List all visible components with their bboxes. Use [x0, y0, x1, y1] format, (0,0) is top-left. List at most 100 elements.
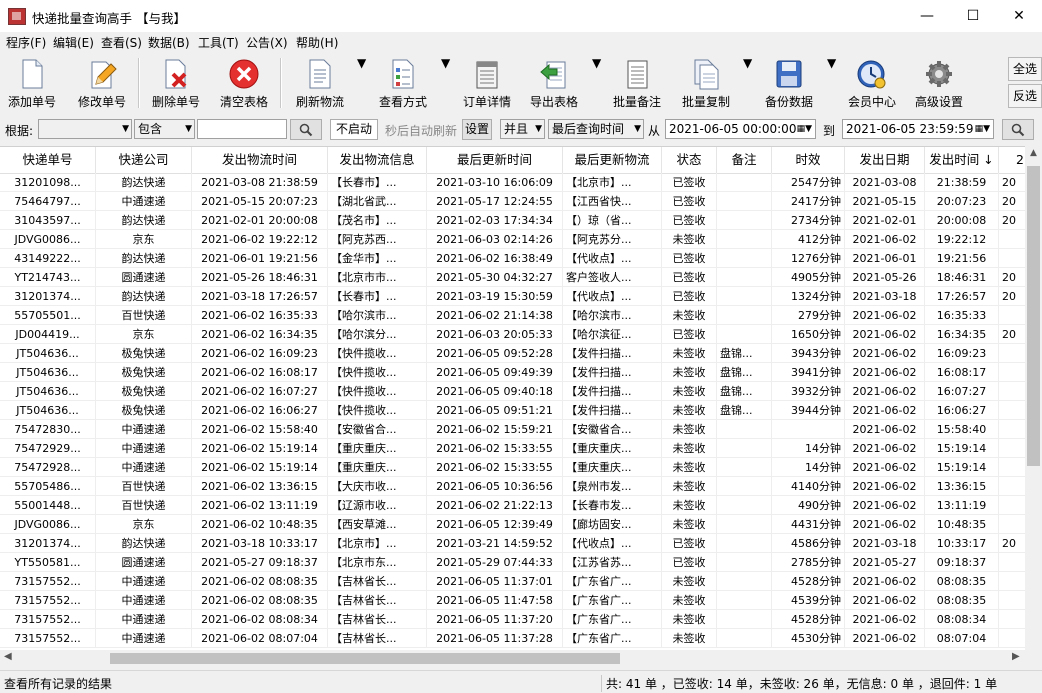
- cell-send-info: 【吉林省长...: [328, 572, 427, 591]
- chevron-up-icon[interactable]: ▲: [1025, 148, 1042, 158]
- column-header-send-clock[interactable]: 发出时间 ↓: [925, 147, 999, 173]
- table-row[interactable]: 55705501... 百世快递 2021-06-02 16:35:33 【哈尔滨市.…: [0, 306, 1025, 325]
- batch-note-button[interactable]: 批量备注: [607, 56, 667, 112]
- column-header-remark[interactable]: 备注: [717, 147, 772, 173]
- to-datetime-picker[interactable]: 2021-06-05 23:59:59 ▦▼: [842, 119, 994, 139]
- column-header-send-date[interactable]: 发出日期: [845, 147, 925, 173]
- refresh-button[interactable]: 刷新物流: [290, 56, 350, 112]
- table-row[interactable]: 43149222... 韵达快递 2021-06-01 19:21:56 【金华市】.…: [0, 249, 1025, 268]
- date-search-button[interactable]: [1002, 119, 1034, 140]
- export-table-button[interactable]: 导出表格: [524, 56, 584, 112]
- table-row[interactable]: JT504636... 极兔快递 2021-06-02 16:06:27 【快件揽收.…: [0, 401, 1025, 420]
- column-header-last-update-time[interactable]: 最后更新时间: [427, 147, 563, 173]
- table-row[interactable]: JT504636... 极兔快递 2021-06-02 16:09:23 【快件揽收.…: [0, 344, 1025, 363]
- invert-selection-button[interactable]: 反选: [1008, 84, 1042, 108]
- vertical-scrollbar[interactable]: ▲: [1025, 146, 1042, 650]
- clear-table-button[interactable]: 清空表格: [214, 56, 274, 112]
- tracking-table[interactable]: 快递单号 快递公司 发出物流时间 发出物流信息 最后更新时间 最后更新物流 状态 备注 时效 发出…: [0, 146, 1025, 651]
- table-row[interactable]: 73157552... 中通速递 2021-06-02 08:08:35 【吉林省长.…: [0, 591, 1025, 610]
- chevron-down-icon: ▼: [185, 124, 192, 134]
- menu-data[interactable]: 数据(B): [148, 34, 190, 51]
- export-table-icon: [540, 61, 566, 89]
- cell-remark: [717, 192, 772, 211]
- auto-refresh-settings-button[interactable]: 设置: [462, 119, 492, 140]
- match-select[interactable]: 包含 ▼: [134, 119, 195, 139]
- menu-edit[interactable]: 编辑(E): [53, 34, 94, 51]
- table-row[interactable]: JT504636... 极兔快递 2021-06-02 16:07:27 【快件揽收.…: [0, 382, 1025, 401]
- menu-tools[interactable]: 工具(T): [198, 34, 239, 51]
- cell-send-date: 2021-06-02: [845, 420, 925, 439]
- add-button[interactable]: 添加单号: [2, 56, 62, 112]
- export-dropdown-arrow[interactable]: ▼: [592, 56, 601, 112]
- column-header-tracking-number[interactable]: 快递单号: [0, 147, 96, 173]
- batch-copy-button[interactable]: 批量复制: [676, 56, 736, 112]
- horizontal-scrollbar[interactable]: ◀ ▶: [0, 650, 1025, 667]
- cell-elapsed: 4905分钟: [772, 268, 845, 287]
- close-button[interactable]: ✕: [996, 0, 1042, 32]
- view-mode-icon: [392, 59, 414, 89]
- maximize-button[interactable]: ☐: [950, 0, 996, 32]
- column-header-extra[interactable]: 2: [999, 147, 1025, 173]
- table-row[interactable]: 75464797... 中通速递 2021-05-15 20:07:23 【湖北省武.…: [0, 192, 1025, 211]
- auto-refresh-button[interactable]: 不启动: [330, 119, 378, 140]
- select-all-button[interactable]: 全选: [1008, 57, 1042, 81]
- table-row[interactable]: 31201374... 韵达快递 2021-03-18 10:33:17 【北京市】.…: [0, 534, 1025, 553]
- cell-elapsed: 14分钟: [772, 458, 845, 477]
- menu-help[interactable]: 帮助(H): [296, 34, 338, 51]
- advanced-settings-button[interactable]: 高级设置: [909, 56, 969, 112]
- delete-button[interactable]: 删除单号: [146, 56, 206, 112]
- table-row[interactable]: YT550581... 圆通速递 2021-05-27 09:18:37 【北京市东.…: [0, 553, 1025, 572]
- vertical-scroll-thumb[interactable]: [1027, 166, 1040, 466]
- cell-send-date: 2021-03-08: [845, 173, 925, 192]
- table-row[interactable]: JD004419... 京东 2021-06-02 16:34:35 【哈尔滨分...…: [0, 325, 1025, 344]
- table-row[interactable]: 31201098... 韵达快递 2021-03-08 21:38:59 【长春市】.…: [0, 173, 1025, 192]
- table-row[interactable]: 75472929... 中通速递 2021-06-02 15:19:14 【重庆重庆.…: [0, 439, 1025, 458]
- edit-button-label: 修改单号: [77, 95, 126, 109]
- table-row[interactable]: 73157552... 中通速递 2021-06-02 08:08:35 【吉林省长.…: [0, 572, 1025, 591]
- minimize-button[interactable]: —: [904, 0, 950, 32]
- member-clock-icon: [857, 60, 886, 89]
- table-row[interactable]: YT214743... 圆通速递 2021-05-26 18:46:31 【北京市市.…: [0, 268, 1025, 287]
- time-field-select[interactable]: 最后查询时间 ▼: [548, 119, 644, 139]
- cell-courier: 极兔快递: [96, 363, 192, 382]
- table-row[interactable]: JT504636... 极兔快递 2021-06-02 16:08:17 【快件揽收.…: [0, 363, 1025, 382]
- table-row[interactable]: 73157552... 中通速递 2021-06-02 08:08:34 【吉林省长.…: [0, 610, 1025, 629]
- edit-button[interactable]: 修改单号: [72, 56, 132, 112]
- backup-data-button[interactable]: 备份数据: [759, 56, 819, 112]
- member-center-button[interactable]: 会员中心: [842, 56, 902, 112]
- from-datetime-picker[interactable]: 2021-06-05 00:00:00 ▦▼: [665, 119, 816, 139]
- horizontal-scroll-thumb[interactable]: [110, 653, 620, 664]
- table-row[interactable]: JDVG0086... 京东 2021-06-02 19:22:12 【阿克苏西...…: [0, 230, 1025, 249]
- table-row[interactable]: 75472830... 中通速递 2021-06-02 15:58:40 【安徽省合.…: [0, 420, 1025, 439]
- backup-dropdown-arrow[interactable]: ▼: [827, 56, 836, 112]
- table-row[interactable]: JDVG0086... 京东 2021-06-02 10:48:35 【西安草滩...…: [0, 515, 1025, 534]
- menu-announcement[interactable]: 公告(X): [246, 34, 288, 51]
- table-row[interactable]: 31201374... 韵达快递 2021-03-18 17:26:57 【长春市】.…: [0, 287, 1025, 306]
- column-header-courier[interactable]: 快递公司: [96, 147, 192, 173]
- column-header-send-time[interactable]: 发出物流时间: [192, 147, 328, 173]
- table-row[interactable]: 55705486... 百世快递 2021-06-02 13:36:15 【大庆市收.…: [0, 477, 1025, 496]
- view-mode-dropdown-arrow[interactable]: ▼: [441, 56, 450, 112]
- cell-send-clock: 16:07:27: [925, 382, 999, 401]
- cell-status: 未签收: [662, 477, 717, 496]
- column-header-last-update-info[interactable]: 最后更新物流: [563, 147, 662, 173]
- table-row[interactable]: 75472928... 中通速递 2021-06-02 15:19:14 【重庆重庆.…: [0, 458, 1025, 477]
- table-row[interactable]: 73157552... 中通速递 2021-06-02 08:07:04 【吉林省长.…: [0, 629, 1025, 648]
- column-header-send-info[interactable]: 发出物流信息: [328, 147, 427, 173]
- order-details-button[interactable]: 订单详情: [457, 56, 517, 112]
- view-mode-button[interactable]: 查看方式: [373, 56, 433, 112]
- chevron-right-icon[interactable]: ▶: [1012, 651, 1020, 662]
- search-input[interactable]: [197, 119, 287, 139]
- basis-select[interactable]: ▼: [38, 119, 132, 139]
- column-header-status[interactable]: 状态: [662, 147, 717, 173]
- table-row[interactable]: 31043597... 韵达快递 2021-02-01 20:00:08 【茂名市】.…: [0, 211, 1025, 230]
- batch-copy-dropdown-arrow[interactable]: ▼: [743, 56, 752, 112]
- chevron-left-icon[interactable]: ◀: [4, 651, 12, 662]
- refresh-dropdown-arrow[interactable]: ▼: [357, 56, 366, 112]
- menu-view[interactable]: 查看(S): [101, 34, 142, 51]
- table-row[interactable]: 55001448... 百世快递 2021-06-02 13:11:19 【辽源市收.…: [0, 496, 1025, 515]
- search-button[interactable]: [290, 119, 322, 140]
- logic-select[interactable]: 并且 ▼: [500, 119, 545, 139]
- menu-program[interactable]: 程序(F): [6, 34, 46, 51]
- column-header-elapsed[interactable]: 时效: [772, 147, 845, 173]
